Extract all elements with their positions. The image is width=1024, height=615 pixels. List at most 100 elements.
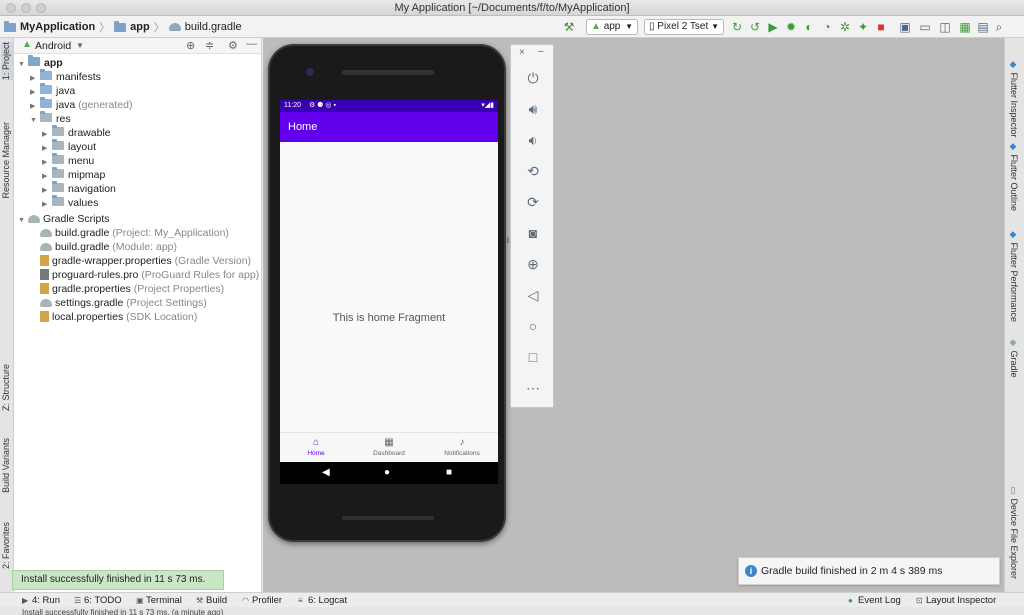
tab-flutter-inspector[interactable]: ◆ Flutter Inspector <box>1009 60 1019 138</box>
volume-up-icon[interactable]: 🔊︎ <box>522 98 544 120</box>
tree-item-gradle-scripts[interactable]: ▼ Gradle Scripts <box>18 212 110 226</box>
overview-icon[interactable]: □ <box>522 346 544 368</box>
emulator-screen[interactable]: 11:20 ⚙ ⚈ ◎ ▪ ▾◢▮ Home This is home Frag… <box>280 100 498 462</box>
back-nav-icon[interactable]: ◀ <box>322 466 330 480</box>
tree-item-local-properties[interactable]: local.properties (SDK Location) <box>40 310 197 324</box>
tab-device-file-explorer[interactable]: ▯ Device File Explorer <box>1009 486 1019 579</box>
debug-icon[interactable]: ✹ <box>784 20 798 34</box>
apply-code-changes-icon[interactable]: ↺ <box>748 20 762 34</box>
avd-manager-icon[interactable]: ▭ <box>918 20 932 34</box>
tool-event-log[interactable]: ● Event Log <box>848 594 901 607</box>
android-system-nav: ◀ ● ■ <box>280 462 498 484</box>
module-folder-icon <box>114 20 127 32</box>
app-bar-title: Home <box>288 121 318 133</box>
tool-terminal[interactable]: ▣ Terminal <box>136 594 182 607</box>
tab-project[interactable]: 1: Project <box>1 42 13 81</box>
project-panel: ▲ Android ▼ ⊕ ≑ ⚙ — ▼ app ▶ manifests ▶ jav… <box>14 38 262 592</box>
bottom-nav-dashboard[interactable]: ▦ Dashboard <box>353 433 425 462</box>
home-nav-icon[interactable]: ● <box>384 466 390 480</box>
app-bar: Home <box>280 112 498 142</box>
bottom-navigation: ⌂ Home ▦ Dashboard ♪ Notifications <box>280 432 498 462</box>
tab-favorites[interactable]: 2: Favorites <box>1 522 13 569</box>
device-combo[interactable]: ▯ Pixel 2 Tset ▼ <box>644 19 724 35</box>
tab-structure[interactable]: Z: Structure <box>1 364 13 411</box>
tree-item-app[interactable]: ▼ app <box>18 55 63 70</box>
tree-item-build-gradle-project[interactable]: build.gradle (Project: My_Application) <box>40 226 229 240</box>
breadcrumb-project[interactable]: MyApplication <box>20 21 95 33</box>
search-icon[interactable]: ⌕ <box>992 20 1006 34</box>
tool-todo[interactable]: ☰ 6: TODO <box>74 594 122 607</box>
recents-nav-icon[interactable]: ■ <box>446 466 452 480</box>
zoom-icon[interactable]: ⊕ <box>522 253 544 275</box>
tab-build-variants[interactable]: Build Variants <box>1 438 13 493</box>
locate-icon[interactable]: ⊕ <box>186 39 195 52</box>
minimize-window-button[interactable] <box>21 3 31 13</box>
tree-item-settings-gradle[interactable]: settings.gradle (Project Settings) <box>40 296 207 310</box>
tool-build[interactable]: ⚒ Build <box>196 594 227 607</box>
run-icon[interactable]: ▶ <box>766 20 780 34</box>
gradle-build-notification[interactable]: i Gradle build finished in 2 m 4 s 389 m… <box>738 557 1000 585</box>
profile-icon[interactable]: ◐ <box>802 20 816 34</box>
tab-gradle[interactable]: ◆ Gradle <box>1009 338 1019 378</box>
install-success-toast[interactable]: Install successfully finished in 11 s 73… <box>12 570 224 590</box>
more-icon[interactable]: ⋯ <box>522 377 544 399</box>
minimize-icon[interactable]: – <box>538 46 544 57</box>
project-view-selector[interactable]: Android <box>35 40 71 52</box>
coverage-icon[interactable]: ✦ <box>856 20 870 34</box>
tool-logcat[interactable]: ≡ 6: Logcat <box>298 594 347 607</box>
tree-item-java-generated[interactable]: ▶ java (generated) <box>30 97 132 112</box>
tool-layout-inspector[interactable]: ⊡ Layout Inspector <box>916 594 996 607</box>
apply-changes-icon[interactable]: ↻ <box>730 20 744 34</box>
run-config-combo[interactable]: ▲ app ▼ <box>586 19 638 35</box>
device-manager-icon[interactable]: ▦ <box>958 20 972 34</box>
home-circle-icon[interactable]: ○ <box>522 315 544 337</box>
project-structure-icon[interactable]: ▤ <box>976 20 990 34</box>
dashboard-icon: ▦ <box>384 437 394 448</box>
tree-item-values[interactable]: ▶ values <box>42 195 98 210</box>
run-small-icon: ▶ <box>22 596 29 605</box>
hide-panel-icon[interactable]: — <box>246 38 257 50</box>
breadcrumb-file[interactable]: build.gradle <box>185 21 242 33</box>
close-window-button[interactable] <box>6 3 16 13</box>
logcat-icon: ≡ <box>298 596 303 605</box>
tool-run[interactable]: ▶ 4: Run <box>22 594 60 607</box>
tree-item-menu[interactable]: ▶ menu <box>42 153 94 168</box>
bottom-nav-home[interactable]: ⌂ Home <box>280 433 352 462</box>
tree-item-gradle-properties[interactable]: gradle.properties (Project Properties) <box>40 282 224 296</box>
zoom-window-button[interactable] <box>36 3 46 13</box>
close-icon[interactable]: × <box>519 47 525 58</box>
tree-item-proguard-rules[interactable]: proguard-rules.pro (ProGuard Rules for a… <box>40 268 259 282</box>
tab-flutter-performance[interactable]: ◆ Flutter Performance <box>1009 230 1019 322</box>
power-icon[interactable]: ⏻ <box>522 67 544 89</box>
breadcrumb-module[interactable]: app <box>130 21 150 33</box>
rotate-left-icon[interactable]: ⟲ <box>522 160 544 182</box>
tree-item-java[interactable]: ▶ java <box>30 83 75 98</box>
tree-item-navigation[interactable]: ▶ navigation <box>42 181 116 196</box>
tool-profiler[interactable]: ◠ Profiler <box>242 594 282 607</box>
camera-icon[interactable]: ◙ <box>522 222 544 244</box>
stop-icon[interactable]: ■ <box>874 20 888 34</box>
debug-app-icon[interactable]: ✲ <box>838 20 852 34</box>
tree-item-gradle-wrapper-properties[interactable]: gradle-wrapper.properties (Gradle Versio… <box>40 254 251 268</box>
emulator-device-frame: 11:20 ⚙ ⚈ ◎ ▪ ▾◢▮ Home This is home Frag… <box>268 44 506 542</box>
tree-item-layout[interactable]: ▶ layout <box>42 139 96 154</box>
bottom-speaker <box>342 516 434 520</box>
chevron-down-icon[interactable]: ▼ <box>76 41 84 50</box>
sdk-manager-icon[interactable]: ◫ <box>938 20 952 34</box>
tree-item-mipmap[interactable]: ▶ mipmap <box>42 167 105 182</box>
attach-debugger-icon[interactable]: ◔ <box>820 20 834 34</box>
hammer-icon[interactable]: ⚒ <box>562 20 576 34</box>
sync-gradle-icon[interactable]: ▣ <box>898 20 912 34</box>
volume-down-icon[interactable]: 🔉︎ <box>522 129 544 151</box>
gear-icon[interactable]: ⚙ <box>228 39 238 52</box>
tab-resource-manager[interactable]: Resource Manager <box>1 122 13 199</box>
tree-item-res[interactable]: ▼ res <box>30 111 71 126</box>
rotate-right-icon[interactable]: ⟳ <box>522 191 544 213</box>
back-icon[interactable]: ◁ <box>522 284 544 306</box>
collapse-all-icon[interactable]: ≑ <box>205 39 214 52</box>
tree-item-build-gradle-module[interactable]: build.gradle (Module: app) <box>40 240 177 254</box>
tab-flutter-outline[interactable]: ◆ Flutter Outline <box>1009 142 1019 211</box>
tree-item-drawable[interactable]: ▶ drawable <box>42 125 111 140</box>
tree-item-manifests[interactable]: ▶ manifests <box>30 69 101 84</box>
bottom-nav-notifications[interactable]: ♪ Notifications <box>426 433 498 462</box>
